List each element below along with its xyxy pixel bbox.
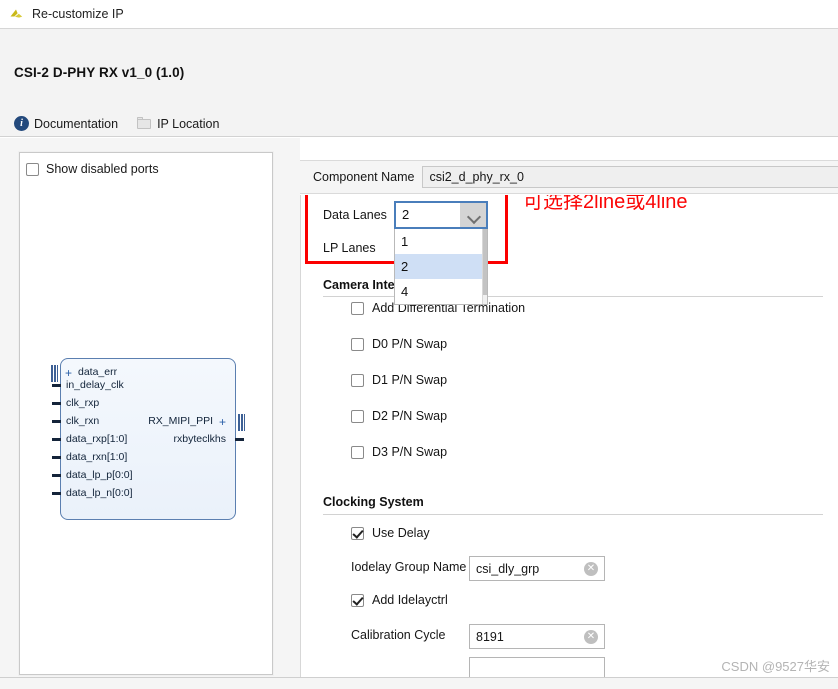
dialog-body: Show disabled ports + data_err in_delay_… [0, 138, 838, 689]
expand-plus-icon-data-err[interactable]: + [65, 367, 72, 379]
header-links: i Documentation IP Location [10, 114, 223, 133]
show-disabled-ports-checkbox[interactable]: Show disabled ports [26, 162, 159, 176]
data-lanes-row: Data Lanes [323, 208, 387, 222]
clear-circle-icon[interactable]: ✕ [584, 562, 598, 576]
dropdown-option-1[interactable]: 1 [395, 229, 487, 254]
ip-location-link[interactable]: IP Location [133, 115, 223, 133]
checkbox-add-idelayctrl[interactable]: Add Idelayctrl [351, 593, 448, 607]
component-name-label: Component Name [313, 170, 414, 184]
checkbox-box[interactable] [351, 302, 364, 315]
clocking-system-heading: Clocking System [323, 495, 424, 509]
documentation-label: Documentation [34, 117, 118, 131]
port-label-in-4: data_rxp[1:0] [66, 433, 127, 445]
clocking-system-divider [323, 514, 823, 515]
checkbox-d2-pn-swap[interactable]: D2 P/N Swap [351, 409, 447, 423]
port-label-in-2: clk_rxp [66, 397, 99, 409]
pin-in-3 [52, 420, 61, 423]
data-lanes-label: Data Lanes [323, 208, 387, 222]
checkbox-label: D2 P/N Swap [372, 409, 447, 423]
port-label-in-0: data_err [78, 366, 117, 378]
dialog-bottom-strip [0, 677, 838, 689]
checkbox-label: Add Idelayctrl [372, 593, 448, 607]
expand-plus-icon-rx-mipi-ppi[interactable]: + [219, 416, 226, 428]
info-icon: i [14, 116, 29, 131]
clear-circle-icon[interactable]: ✕ [584, 630, 598, 644]
calibration-cycle-value: 8191 [476, 630, 504, 644]
component-name-row: Component Name csi2_d_phy_rx_0 [300, 160, 838, 194]
pin-in-5 [52, 456, 61, 459]
ip-location-label: IP Location [157, 117, 219, 131]
data-lanes-dropdown-list[interactable]: 1 2 4 [394, 229, 488, 305]
pin-in-2 [52, 402, 61, 405]
lp-lanes-label: LP Lanes [323, 241, 376, 255]
window-title: Re-customize IP [32, 7, 124, 21]
iodelay-group-name-label: Iodelay Group Name [351, 560, 466, 574]
chevron-down-icon[interactable] [460, 203, 486, 227]
folder-icon [137, 117, 152, 130]
documentation-link[interactable]: i Documentation [10, 114, 122, 133]
checkbox-box[interactable] [351, 527, 364, 540]
calibration-cycle-label: Calibration Cycle [351, 628, 445, 642]
port-label-in-1: in_delay_clk [66, 379, 124, 391]
port-label-in-5: data_rxn[1:0] [66, 451, 127, 463]
window-title-bar: Re-customize IP [0, 0, 838, 29]
dropdown-scrollbar[interactable] [482, 229, 487, 305]
dropdown-option-2[interactable]: 2 [395, 254, 487, 279]
ip-symbol-panel: Show disabled ports + data_err in_delay_… [19, 152, 273, 675]
calibration-cycle-input[interactable]: 8191 ✕ [469, 624, 605, 649]
pin-in-4 [52, 438, 61, 441]
iodelay-group-name-row: Iodelay Group Name [351, 560, 466, 574]
watermark-text: CSDN @9527华安 [721, 656, 830, 675]
data-lanes-value: 2 [396, 203, 460, 227]
pin-out-1 [235, 438, 244, 441]
port-label-out-0: RX_MIPI_PPI [148, 415, 213, 427]
checkbox-label: D1 P/N Swap [372, 373, 447, 387]
xilinx-logo-icon [8, 5, 26, 23]
checkbox-d0-pn-swap[interactable]: D0 P/N Swap [351, 337, 447, 351]
checkbox-box[interactable] [351, 594, 364, 607]
checkbox-d1-pn-swap[interactable]: D1 P/N Swap [351, 373, 447, 387]
dropdown-option-4[interactable]: 4 [395, 279, 487, 304]
checkbox-box[interactable] [351, 446, 364, 459]
iodelay-group-name-value: csi_dly_grp [476, 562, 539, 576]
checkbox-label: D0 P/N Swap [372, 337, 447, 351]
port-label-in-6: data_lp_p[0:0] [66, 469, 133, 481]
pin-in-1 [52, 384, 61, 387]
checkbox-use-delay[interactable]: Use Delay [351, 526, 430, 540]
checkbox-box[interactable] [351, 410, 364, 423]
component-name-input[interactable]: csi2_d_phy_rx_0 [422, 166, 838, 188]
lp-lanes-row: LP Lanes [323, 241, 376, 255]
show-disabled-ports-box[interactable] [26, 163, 39, 176]
checkbox-label: Use Delay [372, 526, 430, 540]
ip-header: CSI-2 D-PHY RX v1_0 (1.0) i Documentatio… [0, 29, 838, 137]
port-label-in-3: clk_rxn [66, 415, 99, 427]
annotation-note: 可选择2line或4line [523, 195, 688, 214]
port-label-out-1: rxbyteclkhs [173, 433, 226, 445]
pin-in-6 [52, 474, 61, 477]
data-lanes-combobox[interactable]: 2 [394, 201, 488, 229]
calibration-cycle-row: Calibration Cycle [351, 628, 445, 642]
ip-block-symbol: + data_err in_delay_clk clk_rxp clk_rxn … [60, 358, 236, 520]
page-title: CSI-2 D-PHY RX v1_0 (1.0) [14, 65, 184, 80]
pin-in-7 [52, 492, 61, 495]
show-disabled-ports-label: Show disabled ports [46, 162, 159, 176]
checkbox-box[interactable] [351, 374, 364, 387]
settings-scroll-area: 可选择2line或4line Data Lanes 2 1 2 4 LP Lan… [300, 195, 838, 689]
port-label-in-7: data_lp_n[0:0] [66, 487, 133, 499]
bus-pin-rx-mipi-ppi [238, 414, 245, 431]
iodelay-group-name-input[interactable]: csi_dly_grp ✕ [469, 556, 605, 581]
bus-pin-data-err [51, 365, 58, 382]
ip-settings-panel: Component Name csi2_d_phy_rx_0 可选择2line或… [300, 138, 838, 689]
checkbox-box[interactable] [351, 338, 364, 351]
checkbox-d3-pn-swap[interactable]: D3 P/N Swap [351, 445, 447, 459]
checkbox-label: D3 P/N Swap [372, 445, 447, 459]
